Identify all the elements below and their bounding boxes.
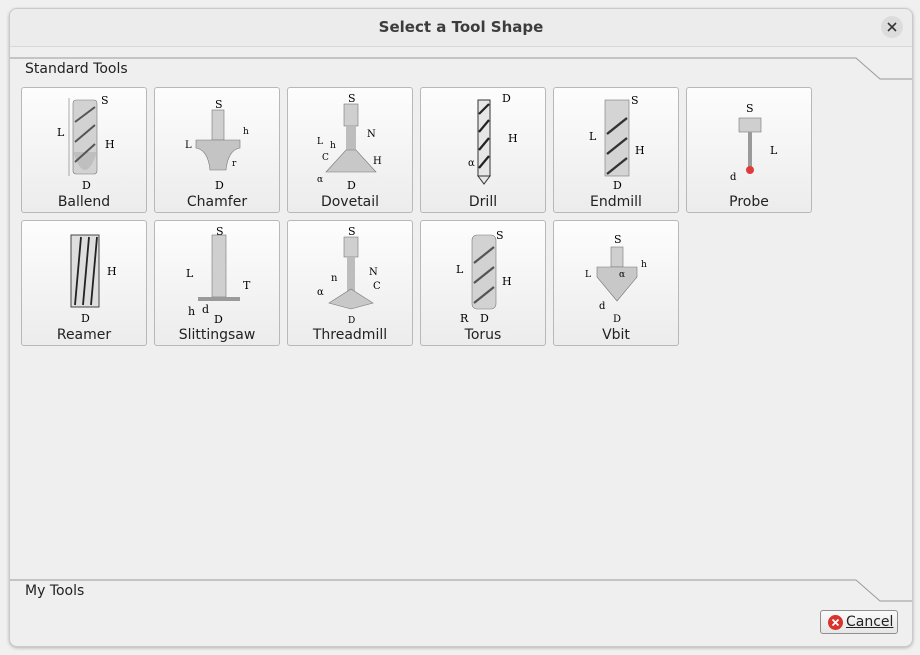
svg-text:L: L: [185, 140, 192, 151]
svg-text:h: h: [330, 141, 336, 151]
svg-text:D: D: [348, 316, 355, 325]
tool-label: Threadmill: [312, 327, 388, 343]
tool-probe[interactable]: S L d Probe: [686, 87, 812, 213]
svg-text:D: D: [347, 179, 356, 192]
vbit-icon: S L h α d D: [585, 233, 647, 325]
svg-text:α: α: [317, 287, 324, 298]
threadmill-icon: S n N C α D: [317, 225, 381, 325]
svg-text:R: R: [460, 312, 469, 325]
tool-dovetail[interactable]: S N L h C H α D Dovetail: [287, 87, 413, 213]
reamer-icon: H D: [70, 234, 117, 325]
svg-text:D: D: [613, 314, 621, 325]
torus-icon: L S H R D: [456, 229, 512, 325]
svg-text:L: L: [770, 144, 778, 157]
svg-text:d: d: [202, 303, 209, 316]
tool-chamfer[interactable]: S L h r D Chamfer: [154, 87, 280, 213]
tool-label: Probe: [729, 194, 769, 210]
svg-text:L: L: [456, 263, 464, 276]
title-bar: Select a Tool Shape: [10, 9, 912, 47]
my-tools-label: My Tools: [25, 583, 85, 599]
svg-text:S: S: [614, 233, 622, 246]
svg-text:L: L: [57, 126, 65, 139]
tool-threadmill[interactable]: S n N C α D Threadmill: [287, 220, 413, 346]
tool-drill[interactable]: D H α Drill: [420, 87, 546, 213]
svg-text:N: N: [369, 267, 378, 278]
slittingsaw-icon: S L T h d D: [186, 225, 251, 325]
close-icon: [887, 22, 897, 32]
svg-text:H: H: [373, 156, 382, 167]
svg-text:n: n: [331, 273, 338, 284]
svg-text:α: α: [619, 270, 625, 280]
drill-icon: D H α: [468, 92, 518, 185]
svg-text:D: D: [613, 179, 622, 192]
tool-label: Dovetail: [320, 194, 380, 210]
svg-text:H: H: [107, 265, 117, 278]
svg-text:D: D: [81, 312, 90, 325]
svg-text:H: H: [508, 132, 518, 145]
cancel-button[interactable]: Cancel: [820, 610, 898, 634]
svg-text:D: D: [215, 179, 224, 192]
endmill-icon: L S H D: [589, 94, 645, 192]
svg-text:D: D: [502, 92, 511, 105]
ballend-icon: L S H D: [57, 94, 115, 192]
tool-endmill[interactable]: L S H D Endmill: [553, 87, 679, 213]
svg-text:L: L: [589, 130, 597, 143]
svg-text:D: D: [214, 313, 223, 325]
svg-text:H: H: [502, 275, 512, 288]
tool-ballend[interactable]: L S H D Ballend: [21, 87, 147, 213]
tool-label: Ballend: [57, 194, 111, 210]
svg-text:d: d: [599, 301, 606, 312]
svg-text:S: S: [496, 229, 504, 242]
tool-reamer[interactable]: H D Reamer: [21, 220, 147, 346]
tool-slittingsaw[interactable]: S L T h d D Slittingsaw: [154, 220, 280, 346]
cancel-icon: [828, 615, 843, 630]
svg-text:α: α: [468, 158, 475, 169]
svg-text:r: r: [232, 159, 237, 169]
tool-vbit[interactable]: S L h α d D Vbit: [553, 220, 679, 346]
my-tools-separator: [10, 579, 912, 602]
cancel-label: Cancel: [846, 614, 894, 630]
svg-text:S: S: [631, 94, 639, 107]
svg-text:S: S: [348, 225, 356, 238]
svg-text:N: N: [367, 129, 376, 140]
tool-label: Chamfer: [186, 194, 248, 210]
standard-tools-separator: [10, 57, 912, 80]
chamfer-icon: S L h r D: [185, 98, 249, 192]
svg-text:S: S: [348, 92, 356, 105]
dovetail-icon: S N L h C H α D: [317, 92, 382, 192]
close-button[interactable]: [881, 16, 903, 38]
tool-shape-dialog: Select a Tool Shape Standard Tools L S H…: [9, 8, 913, 647]
svg-text:H: H: [105, 138, 115, 151]
svg-text:L: L: [317, 137, 323, 147]
tool-label: Endmill: [590, 194, 642, 210]
svg-text:D: D: [82, 179, 91, 192]
tool-label: Torus: [464, 327, 502, 343]
svg-text:S: S: [215, 98, 223, 111]
svg-text:L: L: [585, 270, 591, 280]
svg-text:α: α: [317, 175, 323, 185]
tool-label: Drill: [468, 194, 498, 210]
svg-text:H: H: [635, 144, 645, 157]
probe-icon: S L d: [730, 102, 778, 183]
svg-text:h: h: [188, 305, 195, 318]
svg-text:h: h: [641, 260, 647, 270]
tool-torus[interactable]: L S H R D Torus: [420, 220, 546, 346]
svg-text:D: D: [480, 312, 489, 325]
svg-text:C: C: [322, 153, 329, 163]
standard-tools-label: Standard Tools: [25, 61, 128, 77]
tool-label: Vbit: [602, 327, 630, 343]
svg-text:S: S: [101, 94, 109, 107]
tool-label: Slittingsaw: [178, 327, 256, 343]
svg-text:L: L: [186, 267, 194, 280]
svg-text:T: T: [243, 279, 251, 292]
svg-text:S: S: [746, 102, 754, 115]
tool-label: Reamer: [56, 327, 112, 343]
svg-text:h: h: [243, 127, 249, 137]
svg-text:d: d: [730, 172, 737, 183]
dialog-title: Select a Tool Shape: [378, 18, 544, 36]
svg-text:C: C: [373, 281, 381, 292]
svg-text:S: S: [216, 225, 224, 238]
